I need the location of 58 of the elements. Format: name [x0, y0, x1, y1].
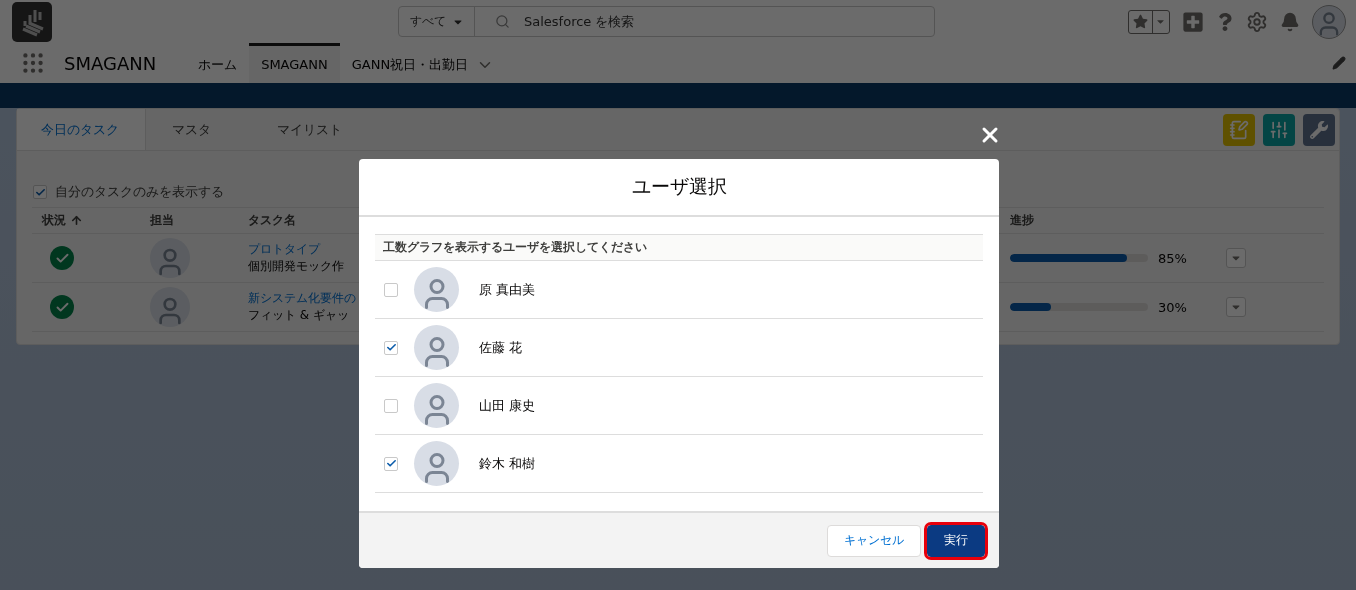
settings-icon[interactable] [1246, 10, 1268, 33]
nav-tab[interactable]: GANN祝日・出勤日 [339, 43, 507, 83]
row-menu-button[interactable] [1226, 248, 1246, 268]
card-tab[interactable]: マイリスト [251, 109, 382, 150]
wrench-button[interactable] [1303, 113, 1335, 146]
column-header[interactable]: 状況 [32, 212, 140, 229]
avatar [414, 441, 459, 486]
user-name: 原 真由美 [479, 280, 536, 299]
checkbox[interactable] [384, 398, 398, 413]
app-launcher-icon[interactable] [20, 50, 46, 76]
dialog-button[interactable]: 実行 [927, 524, 985, 557]
progress-value: 30% [1158, 299, 1187, 315]
avatar [150, 238, 190, 278]
task-name: 個別開発モック作 [248, 258, 345, 275]
favorites-button[interactable] [1128, 9, 1170, 34]
notebook-button[interactable] [1223, 113, 1255, 146]
star-icon[interactable] [1132, 14, 1148, 29]
sliders-button[interactable] [1263, 113, 1295, 146]
check-circle-icon [50, 246, 74, 270]
sort-arrow-icon [70, 214, 83, 227]
app-name: SMAGANN [64, 52, 157, 74]
edit-icon[interactable] [1332, 56, 1346, 70]
card-tab[interactable]: マスタ [146, 109, 251, 150]
nav-tab[interactable]: SMAGANN [249, 43, 340, 83]
task-name: フィット & ギャッ [248, 307, 350, 324]
checkbox-label: 自分のタスクのみを表示する [55, 183, 224, 201]
nav-tab[interactable]: ホーム [186, 43, 250, 83]
card-tab[interactable]: 今日のタスク [17, 109, 146, 150]
modal-title: ユーザ選択 [359, 159, 999, 217]
plus-icon[interactable] [1182, 10, 1204, 33]
bell-icon[interactable] [1280, 11, 1300, 32]
scope-dropdown[interactable]: すべて [399, 7, 475, 36]
row-menu-button[interactable] [1226, 297, 1246, 317]
avatar [150, 287, 190, 327]
column-header[interactable]: 担当 [140, 212, 248, 229]
column-header[interactable]: 進捗 [1000, 212, 1216, 229]
search-field[interactable]: すべて Salesforce を検索 [398, 6, 935, 37]
avatar [414, 383, 459, 428]
app-logo[interactable] [12, 1, 52, 42]
checkbox[interactable] [384, 340, 398, 355]
search-icon [495, 14, 510, 29]
notebook-icon [1229, 119, 1249, 140]
checkbox[interactable] [33, 185, 47, 199]
wrench-icon [1310, 120, 1328, 139]
check-circle-icon [50, 295, 74, 319]
progress-value: 85% [1158, 250, 1187, 266]
user-name: 佐藤 花 [479, 338, 523, 357]
user-avatar[interactable] [1312, 4, 1346, 39]
avatar [414, 325, 459, 370]
checkbox[interactable] [384, 456, 398, 471]
checkbox[interactable] [384, 282, 398, 297]
user-name: 鈴木 和樹 [479, 454, 536, 473]
sliders-icon [1269, 119, 1289, 140]
avatar [414, 267, 459, 312]
help-icon[interactable] [1216, 12, 1234, 31]
dialog-button[interactable]: キャンセル [827, 524, 921, 557]
user-name: 山田 康史 [479, 396, 536, 415]
instruction-text: 工数グラフを表示するユーザを選択してください [375, 234, 983, 261]
